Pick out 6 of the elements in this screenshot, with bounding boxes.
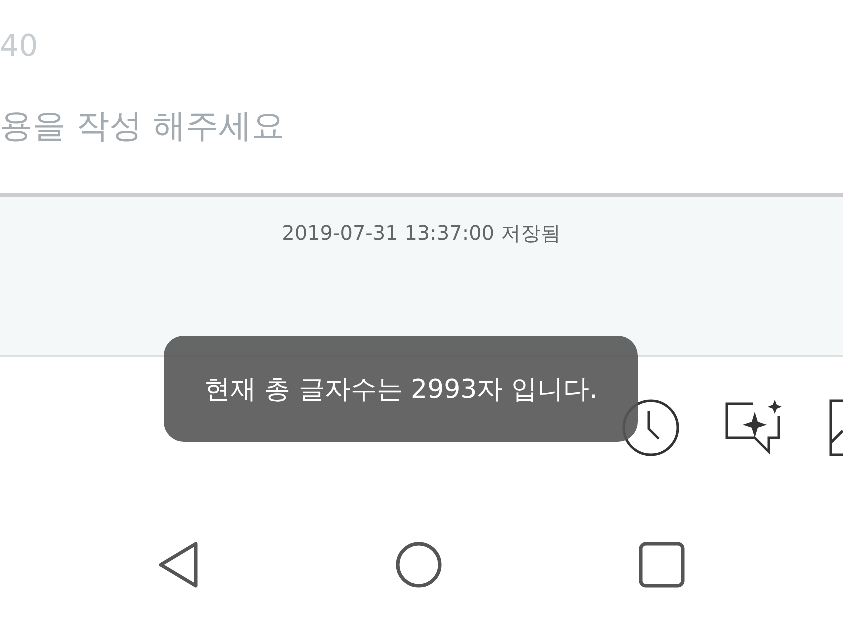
image-icon[interactable] <box>829 398 843 458</box>
recents-button[interactable] <box>636 540 687 590</box>
save-status-text: 2019-07-31 13:37:00 저장됨 <box>282 220 561 247</box>
toast-message: 현재 총 글자수는 2993자 입니다. <box>164 336 638 442</box>
body-input-field[interactable]: 용을 작성 해주세요 <box>0 104 285 148</box>
home-button[interactable] <box>394 540 444 590</box>
